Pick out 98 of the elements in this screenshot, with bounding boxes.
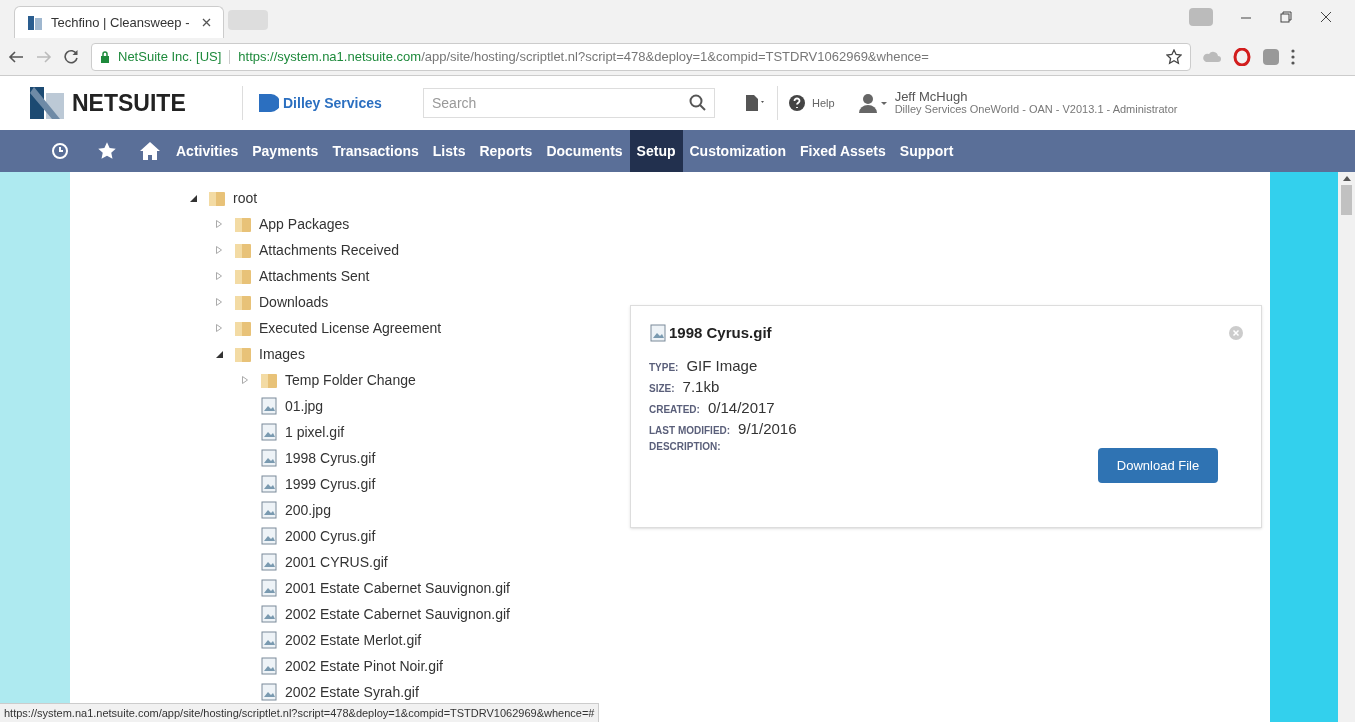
home-icon[interactable] [139,141,161,161]
company-name: Dilley Services [283,93,383,113]
reload-icon[interactable] [64,49,79,64]
user-role: Dilley Services OneWorld - OAN - V2013.1 - Administrator [894,103,1178,115]
file-name[interactable]: 01.jpg [285,395,324,417]
file-name[interactable]: 2002 Estate Cabernet Sauvignon.gif [285,603,510,625]
folder-name[interactable]: Attachments Sent [259,265,370,287]
scroll-up-icon[interactable] [1342,176,1351,181]
brand-name: NETSUITE [72,88,187,118]
folder-name[interactable]: Temp Folder Change [285,369,416,391]
field-value: 7.1kb [682,376,720,397]
url-text: https://system.na1.netsuite.com/app/site/hosting/scriptlet.nl?script=478&deploy=1&compid=TSTDRV1062969&whence= [238,47,929,66]
image-file-icon [260,683,278,701]
nav-menu-item[interactable]: Documents [539,130,630,172]
file-name[interactable]: 2001 Estate Cabernet Sauvignon.gif [285,577,510,599]
nav-menu-item[interactable]: Reports [472,130,540,172]
field-label: TYPE: [649,360,679,375]
tab-title: Techfino | Cleansweep - [51,13,191,32]
address-bar[interactable]: NetSuite Inc. [US] https://system.na1.netsuite.com/app/site/hosting/scriptlet.nl?script=478&deploy=1&compid=TSTDRV1062969&whence= [91,42,1191,71]
folder-name[interactable]: App Packages [259,213,350,235]
nav-menu-item[interactable]: Lists [425,130,473,172]
help-icon[interactable] [788,94,806,112]
collapse-arrow-icon[interactable] [216,350,223,358]
browser-tab[interactable]: Techfino | Cleansweep - [14,6,224,38]
folder-icon [234,345,252,363]
nav-menu-item[interactable]: Transactions [325,130,426,172]
status-bar: https://system.na1.netsuite.com/app/site/hosting/scriptlet.nl?script=478&deploy=1&compid=TSTDRV1062969&whence=# [0,703,600,722]
folder-name[interactable]: Executed License Agreement [259,317,442,339]
star-icon[interactable] [1166,48,1182,65]
nav-menu-item[interactable]: Customization [682,130,793,172]
nav-menu-item[interactable]: Support [892,130,961,172]
folder-name[interactable]: root [233,187,258,209]
folder-icon [234,215,252,233]
folder-name[interactable]: Downloads [259,291,329,313]
help-link[interactable]: Help [812,94,835,112]
field-label: CREATED: [649,402,700,417]
image-file-icon [260,397,278,415]
image-file-icon [260,501,278,519]
file-name[interactable]: 2002 Estate Pinot Noir.gif [285,655,443,677]
search-field[interactable]: Search [423,88,715,118]
history-icon[interactable] [50,141,70,161]
file-name[interactable]: 200.jpg [285,499,331,521]
folder-name[interactable]: Attachments Received [259,239,400,261]
image-file-icon [260,527,278,545]
user-name: Jeff McHugh [894,91,969,103]
file-name[interactable]: 2002 Estate Syrah.gif [285,681,419,703]
file-name[interactable]: 2002 Estate Merlot.gif [285,629,422,651]
folder-icon [234,241,252,259]
field-label: SIZE: [649,381,675,396]
scrollbar-thumb[interactable] [1341,185,1352,215]
image-file-icon [260,423,278,441]
close-icon[interactable] [202,18,211,27]
nav-menu-item[interactable]: Setup [629,130,683,172]
lock-icon [100,50,110,63]
folder-icon [234,267,252,285]
new-record-icon[interactable] [743,94,767,112]
image-file-icon [260,657,278,675]
opera-icon[interactable] [1233,47,1251,66]
download-button[interactable]: Download File [1098,448,1218,483]
file-name[interactable]: 2000 Cyrus.gif [285,525,376,547]
search-icon[interactable] [689,94,707,112]
folder-icon [208,189,226,207]
folder-icon [260,371,278,389]
image-file-icon [260,605,278,623]
image-file-icon [260,475,278,493]
nav-menu-item[interactable]: Activities [169,130,246,172]
file-name[interactable]: 2001 CYRUS.gif [285,551,388,573]
logo-icon [27,14,43,31]
star-icon[interactable] [97,141,117,161]
file-name[interactable]: 1998 Cyrus.gif [285,447,376,469]
nav-menu-item[interactable]: Payments [245,130,326,172]
field-label: DESCRIPTION: [649,439,721,454]
folder-icon [234,319,252,337]
folder-name[interactable]: Images [259,343,305,365]
field-value: 0/14/2017 [707,397,775,418]
file-name[interactable]: 1 pixel.gif [285,421,345,443]
file-title: 1998 Cyrus.gif [669,323,772,343]
back-icon[interactable] [8,49,24,64]
collapse-arrow-icon[interactable] [190,194,197,202]
field-label: LAST MODIFIED: [649,423,731,438]
scrollbar[interactable] [1338,172,1355,722]
image-file-icon [260,553,278,571]
field-value: 9/1/2016 [738,418,797,439]
image-file-icon [260,631,278,649]
extension-icon[interactable] [1263,48,1279,65]
image-file-icon [260,449,278,467]
company-logo-icon [259,94,279,112]
menu-icon[interactable] [1291,48,1295,65]
nav-menu-item[interactable]: Fixed Assets [792,130,893,172]
close-icon[interactable] [1319,10,1333,24]
folder-icon [234,293,252,311]
image-file-icon [260,579,278,597]
netsuite-logo-icon [30,87,64,119]
image-file-icon [649,324,667,343]
field-value: GIF Image [686,355,758,376]
site-identity: NetSuite Inc. [US] [118,47,222,66]
file-name[interactable]: 1999 Cyrus.gif [285,473,376,495]
restore-icon[interactable] [1279,10,1293,24]
